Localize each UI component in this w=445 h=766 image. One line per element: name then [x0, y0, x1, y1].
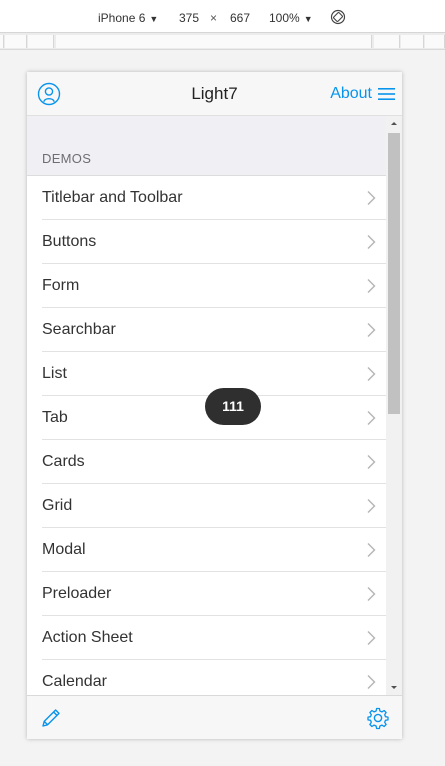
- list-item-label: Form: [42, 277, 80, 294]
- list-item-label: Tab: [42, 409, 68, 426]
- navbar: Light7 About: [27, 72, 402, 116]
- list-item-label: Action Sheet: [42, 629, 133, 646]
- chevron-right-icon: [367, 675, 376, 689]
- section-title: DEMOS: [42, 151, 92, 166]
- list-item-inner: Cards: [42, 440, 386, 484]
- chevron-right-icon: [367, 587, 376, 601]
- list-item[interactable]: Form: [27, 264, 386, 308]
- list-item-inner: Grid: [42, 484, 386, 528]
- chevron-right-icon: [367, 455, 376, 469]
- gear-icon[interactable]: [366, 706, 390, 730]
- device-name: iPhone 6: [98, 11, 146, 25]
- dimension-separator: ×: [210, 11, 218, 25]
- list-item[interactable]: Calendar: [27, 660, 386, 695]
- device-height-field[interactable]: 667: [230, 10, 250, 26]
- chevron-right-icon: [367, 631, 376, 645]
- dropdown-caret-icon: ▼: [149, 14, 159, 24]
- chevron-right-icon: [367, 411, 376, 425]
- list-item[interactable]: List: [27, 352, 386, 396]
- scroll-up-arrow-icon[interactable]: [386, 116, 402, 131]
- list-item-label: Buttons: [42, 233, 97, 250]
- chevron-right-icon: [367, 279, 376, 293]
- demo-list: Titlebar and Toolbar Buttons Form Searchbar…: [27, 175, 386, 695]
- list-item-inner: Preloader: [42, 572, 386, 616]
- list-item[interactable]: Titlebar and Toolbar: [27, 176, 386, 220]
- chevron-right-icon: [367, 323, 376, 337]
- list-item-label: Searchbar: [42, 321, 116, 338]
- list-item[interactable]: Modal: [27, 528, 386, 572]
- list-item-label: List: [42, 365, 67, 382]
- media-query-ruler: [0, 33, 445, 50]
- toast-message: 111: [205, 388, 261, 425]
- chevron-right-icon: [367, 543, 376, 557]
- chevron-right-icon: [367, 235, 376, 249]
- about-label: About: [330, 85, 372, 102]
- rotate-icon[interactable]: [330, 9, 346, 25]
- scroll-down-arrow-icon[interactable]: [386, 680, 402, 695]
- chevron-right-icon: [367, 499, 376, 513]
- bottom-toolbar: [27, 695, 402, 739]
- edit-icon[interactable]: [39, 706, 63, 730]
- about-button[interactable]: About: [330, 82, 395, 106]
- list-item-label: Titlebar and Toolbar: [42, 189, 183, 206]
- list-item[interactable]: Searchbar: [27, 308, 386, 352]
- list-item-label: Grid: [42, 497, 73, 514]
- devtools-device-toolbar: iPhone 6 ▼ 375 × 667 100% ▼: [0, 0, 445, 33]
- chevron-right-icon: [367, 191, 376, 205]
- chevron-right-icon: [367, 367, 376, 381]
- scrollbar-thumb[interactable]: [388, 133, 400, 414]
- list-item-label: Preloader: [42, 585, 112, 602]
- list-item[interactable]: Action Sheet: [27, 616, 386, 660]
- list-item-inner: Calendar: [42, 660, 386, 695]
- device-width-field[interactable]: 375: [179, 10, 199, 26]
- list-item-inner: Searchbar: [42, 308, 386, 352]
- list-item-label: Calendar: [42, 673, 107, 690]
- list-item[interactable]: Cards: [27, 440, 386, 484]
- list-item[interactable]: Buttons: [27, 220, 386, 264]
- menu-icon: [378, 88, 395, 100]
- list-item-inner: Titlebar and Toolbar: [42, 176, 386, 220]
- scrollbar[interactable]: [386, 116, 402, 695]
- list-item-inner: Buttons: [42, 220, 386, 264]
- zoom-select[interactable]: 100% ▼: [269, 10, 313, 27]
- device-select[interactable]: iPhone 6 ▼: [98, 10, 158, 27]
- zoom-value: 100%: [269, 11, 300, 25]
- list-item-label: Modal: [42, 541, 86, 558]
- list-item[interactable]: Preloader: [27, 572, 386, 616]
- list-item[interactable]: Grid: [27, 484, 386, 528]
- list-item-inner: Form: [42, 264, 386, 308]
- list-item-inner: Action Sheet: [42, 616, 386, 660]
- list-item-inner: Modal: [42, 528, 386, 572]
- list-item-label: Cards: [42, 453, 85, 470]
- dropdown-caret-icon: ▼: [303, 14, 313, 24]
